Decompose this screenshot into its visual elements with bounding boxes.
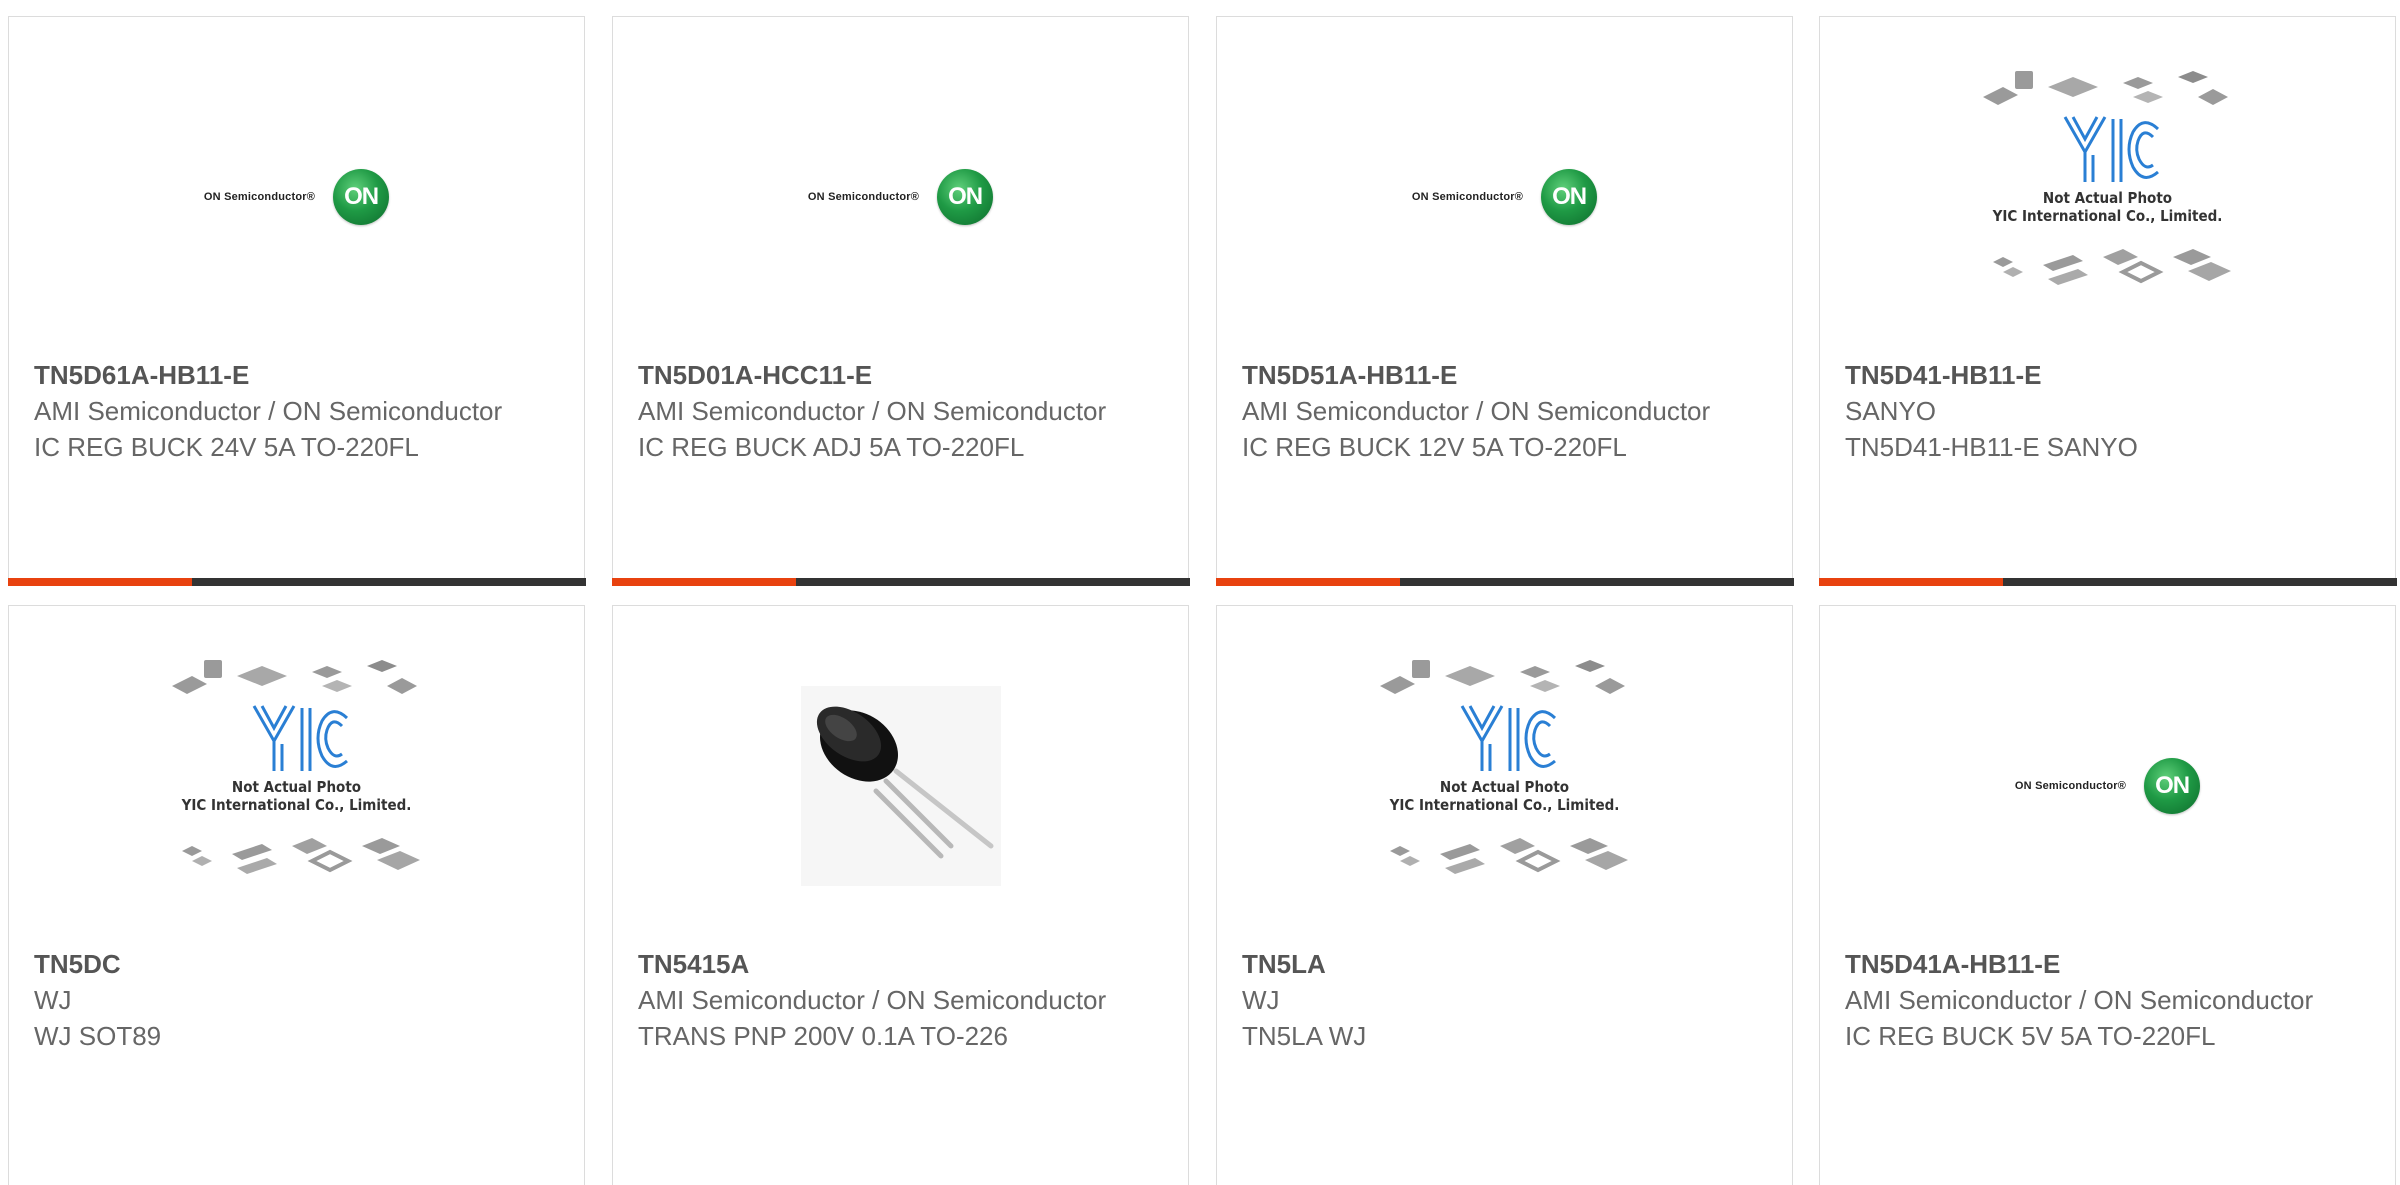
product-card[interactable]: Not Actual Photo YIC International Co., …	[1818, 16, 2397, 586]
logo-text: ON Semiconductor®	[1411, 191, 1524, 203]
yic-caption-line1: Not Actual Photo	[2042, 189, 2173, 207]
product-image[interactable]: ON Semiconductor® ON	[9, 57, 584, 337]
card-bottom-bar	[1818, 577, 2397, 586]
product-card[interactable]: ON Semiconductor® ON TN5D01A-HCC11-E AMI…	[611, 16, 1190, 586]
product-card[interactable]: Not Actual Photo YIC International Co., …	[1216, 605, 1793, 1185]
product-image[interactable]: ON Semiconductor® ON	[1820, 646, 2395, 926]
product-grid: ON Semiconductor® ON TN5D61A-HB11-E AMI …	[0, 0, 2400, 1185]
manufacturer: AMI Semiconductor / ON Semiconductor	[1242, 396, 1711, 426]
on-logo-icon: ON	[937, 169, 994, 225]
chip-placeholder-icon	[1982, 71, 2231, 285]
part-number-link[interactable]: TN5D51A-HB11-E	[1242, 357, 1772, 393]
manufacturer: AMI Semiconductor / ON Semiconductor	[1845, 985, 2314, 1015]
card-bottom-bar	[1215, 577, 1794, 586]
product-card[interactable]: ON Semiconductor® ON TN5D41A-HB11-E AMI …	[1819, 605, 2396, 1185]
part-number-link[interactable]: TN5415A	[638, 946, 1168, 982]
yic-caption-line2: YIC International Co., Limited.	[1992, 207, 2223, 225]
product-image[interactable]: Not Actual Photo YIC International Co., …	[9, 626, 584, 906]
product-card[interactable]: Not Actual Photo YIC International Co., …	[8, 605, 585, 1185]
logo-text: ON Semiconductor®	[2014, 780, 2127, 792]
description: WJ SOT89	[34, 1021, 162, 1051]
on-semiconductor-logo: ON Semiconductor® ON	[203, 169, 390, 225]
on-semiconductor-logo: ON Semiconductor® ON	[1411, 169, 1598, 225]
part-number-link[interactable]: TN5D01A-HCC11-E	[638, 357, 1168, 393]
manufacturer: WJ	[1242, 985, 1280, 1015]
logo-text: ON Semiconductor®	[807, 191, 920, 203]
on-logo-icon: ON	[333, 169, 390, 225]
on-logo-icon: ON	[2144, 758, 2201, 814]
yic-placeholder-image: Not Actual Photo YIC International Co., …	[1370, 646, 1640, 886]
description: IC REG BUCK ADJ 5A TO-220FL	[638, 432, 1025, 462]
chip-placeholder-icon	[1379, 660, 1628, 874]
product-image[interactable]: Not Actual Photo YIC International Co., …	[1820, 37, 2395, 317]
manufacturer: AMI Semiconductor / ON Semiconductor	[34, 396, 503, 426]
manufacturer: WJ	[34, 985, 72, 1015]
manufacturer: AMI Semiconductor / ON Semiconductor	[638, 985, 1107, 1015]
product-image[interactable]	[613, 646, 1188, 926]
part-number-link[interactable]: TN5DC	[34, 946, 564, 982]
yic-caption-line2: YIC International Co., Limited.	[181, 796, 412, 814]
yic-caption-line1: Not Actual Photo	[1439, 778, 1570, 796]
part-number-link[interactable]: TN5D61A-HB11-E	[34, 357, 564, 393]
yic-placeholder-image: Not Actual Photo YIC International Co., …	[1973, 57, 2243, 297]
on-semiconductor-logo: ON Semiconductor® ON	[807, 169, 994, 225]
chip-placeholder-icon	[171, 660, 420, 874]
product-image[interactable]: ON Semiconductor® ON	[1217, 57, 1792, 337]
card-bottom-bar	[7, 577, 586, 586]
product-card[interactable]: ON Semiconductor® ON TN5D61A-HB11-E AMI …	[7, 16, 586, 586]
transistor-photo-icon	[800, 686, 1001, 886]
description: TN5D41-HB11-E SANYO	[1845, 432, 2138, 462]
logo-text: ON Semiconductor®	[203, 191, 316, 203]
product-card[interactable]: TN5415A AMI Semiconductor / ON Semicondu…	[612, 605, 1189, 1185]
product-card[interactable]: ON Semiconductor® ON TN5D51A-HB11-E AMI …	[1215, 16, 1794, 586]
on-logo-icon: ON	[1541, 169, 1598, 225]
description: IC REG BUCK 12V 5A TO-220FL	[1242, 432, 1627, 462]
description: TRANS PNP 200V 0.1A TO-226	[638, 1021, 1008, 1051]
description: IC REG BUCK 5V 5A TO-220FL	[1845, 1021, 2216, 1051]
yic-caption-line1: Not Actual Photo	[231, 778, 362, 796]
manufacturer: SANYO	[1845, 396, 1937, 426]
manufacturer: AMI Semiconductor / ON Semiconductor	[638, 396, 1107, 426]
product-image[interactable]: Not Actual Photo YIC International Co., …	[1217, 626, 1792, 906]
part-number-link[interactable]: TN5LA	[1242, 946, 1772, 982]
on-semiconductor-logo: ON Semiconductor® ON	[2014, 758, 2201, 814]
part-number-link[interactable]: TN5D41-HB11-E	[1845, 357, 2375, 393]
description: IC REG BUCK 24V 5A TO-220FL	[34, 432, 419, 462]
yic-placeholder-image: Not Actual Photo YIC International Co., …	[162, 646, 432, 886]
part-number-link[interactable]: TN5D41A-HB11-E	[1845, 946, 2375, 982]
product-image[interactable]: ON Semiconductor® ON	[613, 57, 1188, 337]
card-bottom-bar	[611, 577, 1190, 586]
yic-caption-line2: YIC International Co., Limited.	[1389, 796, 1620, 814]
description: TN5LA WJ	[1242, 1021, 1367, 1051]
